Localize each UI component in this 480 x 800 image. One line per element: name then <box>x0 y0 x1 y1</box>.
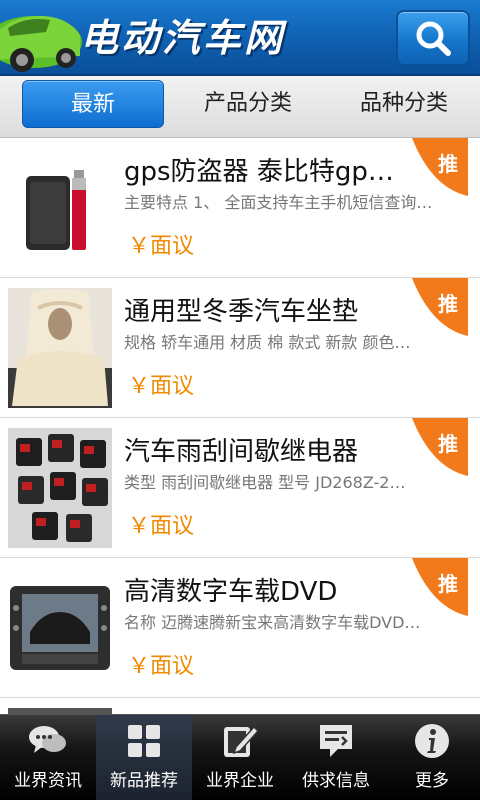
search-button[interactable] <box>396 10 470 66</box>
nav-label: 供求信息 <box>302 771 370 791</box>
nav-label: 新品推荐 <box>110 771 178 791</box>
nav-more[interactable]: 更多 <box>384 715 480 800</box>
seat-cushion-image <box>8 288 112 408</box>
car-dvd-image <box>8 568 112 688</box>
edit-note-icon <box>224 725 260 757</box>
nav-new-products[interactable]: 新品推荐 <box>96 715 192 800</box>
nav-industry-news[interactable]: 业界资讯 <box>0 715 96 800</box>
nav-enterprises[interactable]: 业界企业 <box>192 715 288 800</box>
recommend-badge-text: 推 <box>438 152 458 176</box>
nav-label: 更多 <box>415 771 449 791</box>
chat-bubbles-icon <box>29 726 66 753</box>
item-price: ￥面议 <box>128 654 195 679</box>
recommend-badge-icon <box>412 138 468 196</box>
tab-product-category[interactable]: 产品分类 <box>186 80 310 128</box>
item-title: 高清数字车载DVD <box>124 577 338 607</box>
nav-label: 业界资讯 <box>14 771 82 791</box>
tab-variety-category[interactable]: 品种分类 <box>342 80 466 128</box>
recommend-badge-text: 推 <box>438 292 458 316</box>
nav-supply-demand[interactable]: 供求信息 <box>288 715 384 800</box>
item-title: 通用型冬季汽车坐垫 <box>124 297 359 327</box>
info-icon <box>415 724 449 758</box>
recommend-badge-icon <box>412 278 468 336</box>
item-title: 汽车雨刮间歇继电器 <box>124 437 359 467</box>
app-screen: 电动汽车网 最新 产品分类 品种分类 gps防盗器 泰比特gp… 主要特点 1、… <box>0 0 480 800</box>
product-list: gps防盗器 泰比特gp… 主要特点 1、 全面支持车主手机短信查询… ￥面议 … <box>0 138 480 714</box>
recommend-badge-text: 推 <box>438 572 458 596</box>
item-price: ￥面议 <box>128 234 195 259</box>
list-item[interactable]: 通用型冬季汽车坐垫 规格 轿车通用 材质 棉 款式 新款 颜色… ￥面议 推 <box>0 278 480 418</box>
grid-icon <box>128 725 160 757</box>
list-item[interactable] <box>0 698 480 714</box>
nav-label: 业界企业 <box>206 771 274 791</box>
list-item[interactable]: 高清数字车载DVD 名称 迈腾速腾新宝来高清数字车载DVD… ￥面议 推 <box>0 558 480 698</box>
list-item[interactable]: gps防盗器 泰比特gp… 主要特点 1、 全面支持车主手机短信查询… ￥面议 … <box>0 138 480 278</box>
tab-latest[interactable]: 最新 <box>22 80 164 128</box>
message-icon <box>320 725 352 757</box>
gps-device-image <box>8 148 112 268</box>
list-item[interactable]: 汽车雨刮间歇继电器 类型 雨刮间歇继电器 型号 JD268Z-2… ￥面议 推 <box>0 418 480 558</box>
green-car-logo <box>0 0 82 74</box>
item-title: gps防盗器 泰比特gp… <box>124 157 394 187</box>
app-title: 电动汽车网 <box>80 16 286 60</box>
recommend-badge-icon <box>412 418 468 476</box>
bottom-navigation: 业界资讯 新品推荐 业界企业 供求信息 更多 <box>0 714 480 800</box>
app-header: 电动汽车网 <box>0 0 480 76</box>
search-icon <box>416 21 451 56</box>
relay-image <box>8 428 112 548</box>
recommend-badge-text: 推 <box>438 432 458 456</box>
item-price: ￥面议 <box>128 374 195 399</box>
category-tabs: 最新 产品分类 品种分类 <box>0 76 480 138</box>
recommend-badge-icon <box>412 558 468 616</box>
item-price: ￥面议 <box>128 514 195 539</box>
